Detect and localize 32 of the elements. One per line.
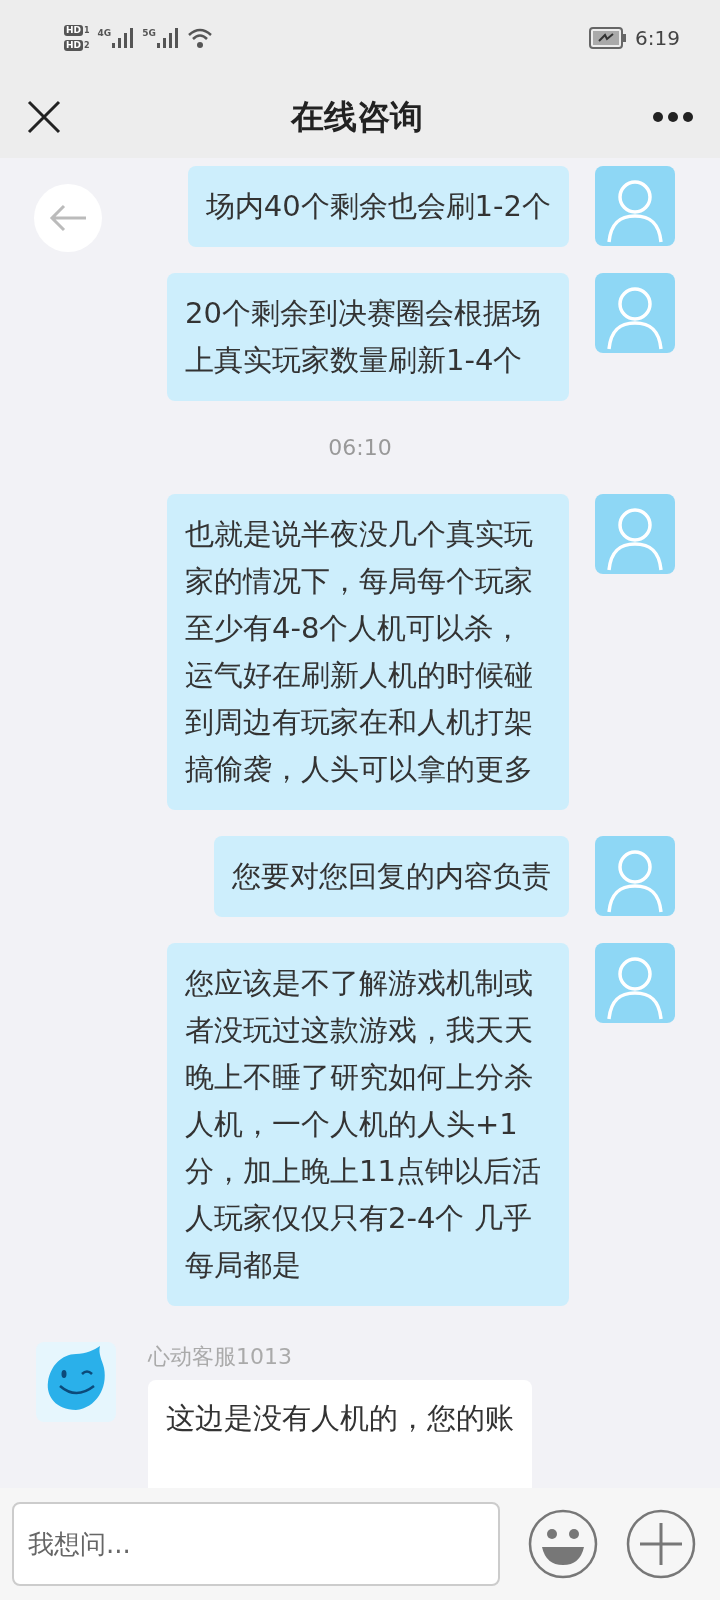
wifi-icon (186, 27, 213, 49)
plus-icon[interactable] (626, 1509, 696, 1579)
emoji-icon[interactable] (528, 1509, 598, 1579)
clock: 6:19 (635, 26, 680, 50)
message-bubble: 场内40个剩余也会刷1-2个 (187, 166, 569, 247)
hd-badge: HD (64, 40, 83, 51)
timestamp: 06:10 (328, 435, 392, 460)
network-label: 4G (97, 28, 112, 38)
sim-slot: 2 (84, 41, 90, 50)
message-input[interactable]: 我想问... (12, 1502, 500, 1586)
avatar-icon (595, 494, 675, 574)
close-icon[interactable] (26, 99, 62, 135)
message-bubble: 您要对您回复的内容负责 (214, 836, 569, 917)
more-icon[interactable] (652, 111, 694, 123)
signal-icon (112, 28, 135, 48)
message-bubble: 也就是说半夜没几个真实玩家的情况下，每局每个玩家至少有4-8个人机可以杀，运气好在刷新人机的时候碰到周边有玩家在和人机打架搞偷袭，人头可以拿的更多 (167, 494, 569, 810)
avatar-icon (595, 836, 675, 916)
avatar-icon (595, 166, 675, 246)
page-title: 在线咨询 (291, 95, 423, 138)
agent-avatar-icon (36, 1342, 116, 1422)
avatar-icon (595, 943, 675, 1023)
sim-slot: 1 (84, 26, 90, 35)
sender-name: 心动客服1013 (148, 1343, 293, 1371)
network-label: 5G (142, 28, 156, 38)
message-bubble: 您应该是不了解游戏机制或者没玩过这款游戏，我天天晚上不睡了研究如何上分杀人机，一个人机的人头+1分，加上晚上11点钟以后活人玩家仅仅只有2-4个 几乎每局都是 (167, 943, 569, 1306)
signal-icon (156, 28, 179, 48)
message-bubble: 20个剩余到决赛圈会根据场上真实玩家数量刷新1-4个 (167, 273, 569, 401)
message-bubble: 这边是没有人机的，您的账 (148, 1380, 532, 1488)
avatar-icon (595, 273, 675, 353)
back-arrow-icon (48, 203, 88, 233)
hd-badge: HD (64, 25, 83, 36)
battery-icon (589, 27, 628, 49)
